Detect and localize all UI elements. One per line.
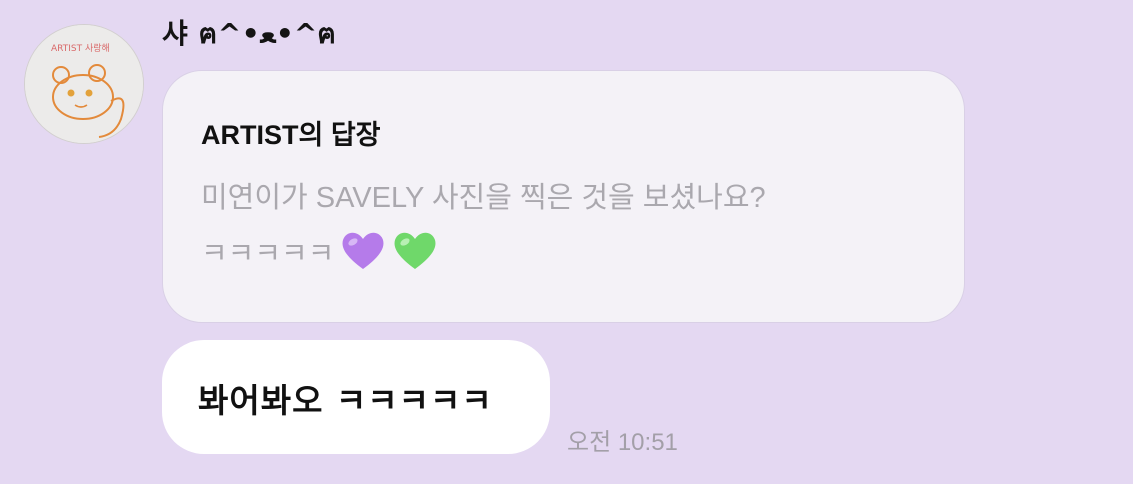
message-bubble[interactable]: 봐어봐오 ㅋㅋㅋㅋㅋ [162,340,550,454]
sender-name: 샤 ฅ^•ﻌ•^ฅ [162,17,337,50]
green-heart-icon [392,229,438,271]
reply-laugh-text: ㅋㅋㅋㅋㅋ [201,238,335,270]
artist-reply-bubble[interactable]: ARTIST의 답장 미연이가 SAVELY 사진을 찍은 것을 보셨나요? ㅋ… [162,70,965,323]
reply-line-1: 미연이가 SAVELY 사진을 찍은 것을 보셨나요? [201,182,766,214]
reply-line-2: ㅋㅋㅋㅋㅋ [201,226,928,282]
reply-title: ARTIST의 답장 [201,120,381,150]
message-time: 오전 10:51 [567,429,678,456]
message-text: 봐어봐오 ㅋㅋㅋㅋㅋ [198,381,493,420]
avatar[interactable]: ARTIST 사랑해 [24,24,144,144]
avatar-caption: ARTIST 사랑해 [51,42,110,54]
reply-body: 미연이가 SAVELY 사진을 찍은 것을 보셨나요? ㅋㅋㅋㅋㅋ [201,170,928,282]
purple-heart-icon [340,229,386,271]
avatar-drawing: ARTIST 사랑해 [25,25,143,143]
